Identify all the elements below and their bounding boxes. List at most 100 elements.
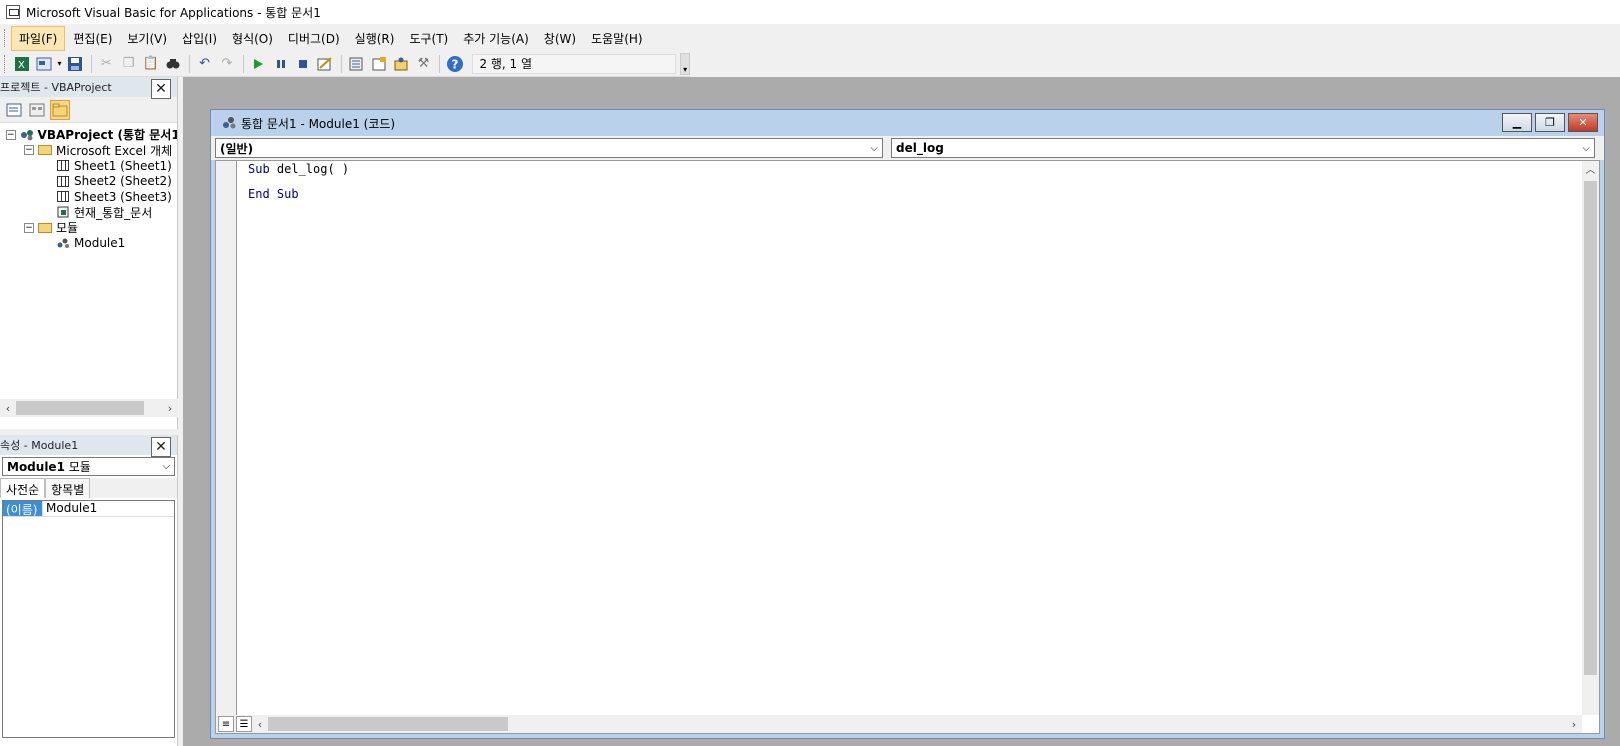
break-icon[interactable] [270, 53, 291, 75]
copy-icon[interactable]: ❐ [118, 53, 139, 75]
undo-icon[interactable]: ↶ [194, 53, 215, 75]
tree-item-module1[interactable]: Module1 [0, 236, 177, 252]
menu-insert[interactable]: 삽입(I) [175, 27, 224, 50]
menu-debug[interactable]: 디버그(D) [281, 27, 347, 50]
paste-icon[interactable]: 📋 [140, 53, 161, 75]
tree-item-sheet2[interactable]: Sheet2 (Sheet2) [0, 174, 177, 190]
collapse-icon[interactable]: − [6, 129, 16, 140]
procedure-combo-value: del_log [896, 141, 944, 155]
scroll-left-icon[interactable]: ‹ [252, 718, 268, 731]
properties-tabs: 사전순 항목별 [0, 478, 177, 498]
code-horizontal-scrollbar[interactable]: ≡ ☰ ‹ › [216, 715, 1582, 733]
code-vertical-scrollbar[interactable]: ︿ [1582, 161, 1599, 715]
toolbar-separator [242, 54, 244, 73]
run-icon[interactable] [248, 53, 269, 75]
chevron-down-icon[interactable]: ⌵ [162, 461, 170, 472]
menu-format[interactable]: 형식(O) [225, 27, 280, 50]
reset-icon[interactable] [292, 53, 313, 75]
code-window-combos: (일반) ⌵ del_log ⌵ [211, 136, 1604, 160]
minimize-button[interactable]: ▁ [1502, 113, 1532, 132]
toggle-folders-icon[interactable] [50, 99, 70, 120]
menu-edit[interactable]: 편집(E) [66, 27, 119, 50]
properties-pane-title: 속성 - Module1 [0, 439, 79, 452]
find-icon[interactable] [163, 53, 184, 75]
procedure-combo[interactable]: del_log ⌵ [891, 138, 1595, 158]
chevron-down-icon[interactable]: ⌵ [1582, 143, 1590, 154]
tab-alphabetic[interactable]: 사전순 [0, 478, 46, 498]
insert-userform-icon[interactable] [33, 53, 54, 75]
properties-pane-close-button[interactable]: ✕ [151, 437, 171, 457]
tree-label-root: VBAProject (통합 문서1) [37, 128, 177, 143]
tree-item-sheet1[interactable]: Sheet1 (Sheet1) [0, 158, 177, 174]
menu-file[interactable]: 파일(F) [11, 25, 66, 51]
code-editor[interactable]: Sub del_log( ) End Sub ︿ ≡ ☰ ‹ › [215, 160, 1600, 734]
menu-run[interactable]: 실행(R) [348, 27, 402, 50]
tree-label-sheet1: Sheet1 (Sheet1) [74, 158, 172, 173]
save-icon[interactable] [64, 53, 85, 75]
scroll-track[interactable] [268, 717, 1566, 731]
close-button[interactable]: ✕ [1568, 113, 1598, 132]
project-explorer-icon[interactable] [346, 53, 367, 75]
procedure-view-icon[interactable]: ≡ [218, 716, 234, 732]
tab-categorized[interactable]: 항목별 [45, 478, 91, 498]
menu-window[interactable]: 창(W) [537, 27, 583, 50]
scroll-up-icon[interactable]: ︿ [1582, 161, 1599, 177]
vbaproject-icon [20, 129, 34, 141]
code-text-area[interactable]: Sub del_log( ) End Sub [238, 161, 1582, 715]
project-pane-title: 프로젝트 - VBAProject [0, 81, 112, 94]
object-browser-icon[interactable] [390, 53, 411, 75]
collapse-icon[interactable]: − [24, 145, 34, 156]
property-value[interactable]: Module1 [43, 501, 97, 516]
scroll-right-icon[interactable]: › [1566, 718, 1582, 731]
restore-button[interactable]: ❐ [1535, 113, 1565, 132]
redo-icon[interactable]: ↷ [216, 53, 237, 75]
module-icon [221, 116, 237, 130]
collapse-icon[interactable]: − [24, 222, 34, 233]
margin-indicator-bar[interactable] [216, 161, 237, 715]
view-code-icon[interactable] [4, 100, 24, 120]
object-selector-dropdown[interactable]: Module1 모듈 ⌵ [2, 457, 175, 476]
code-window: 통합 문서1 - Module1 (코드) ▁ ❐ ✕ (일반) ⌵ del_l… [210, 109, 1605, 739]
tree-item-excel-objects[interactable]: − Microsoft Excel 개체 [0, 143, 177, 159]
view-excel-icon[interactable]: X [11, 53, 32, 75]
scroll-left-icon[interactable]: ‹ [0, 402, 16, 415]
tree-item-sheet3[interactable]: Sheet3 (Sheet3) [0, 189, 177, 205]
scroll-track[interactable] [16, 401, 162, 415]
workbook-icon [56, 206, 70, 218]
project-pane-toolbar [0, 97, 177, 123]
worksheet-icon [56, 191, 70, 203]
toolbar-grip-handle[interactable] [4, 54, 7, 73]
scroll-thumb[interactable] [268, 717, 508, 731]
tree-item-vbaproject[interactable]: − VBAProject (통합 문서1) [0, 127, 177, 143]
toolbox-icon[interactable]: ⚒ [413, 53, 434, 75]
cursor-position-display: 2 행, 1 열 [472, 53, 677, 74]
help-icon[interactable]: ? [444, 53, 465, 75]
code-line[interactable]: Sub del_log( ) [248, 163, 1572, 176]
project-pane-close-button[interactable]: ✕ [151, 79, 171, 99]
code-line[interactable]: End Sub [248, 188, 1572, 201]
worksheet-icon [56, 175, 70, 187]
dropdown-arrow-icon[interactable]: ▾ [56, 53, 64, 75]
menu-help[interactable]: 도움말(H) [584, 27, 650, 50]
menu-view[interactable]: 보기(V) [120, 27, 174, 50]
scroll-thumb[interactable] [16, 401, 144, 415]
code-window-controls: ▁ ❐ ✕ [1499, 113, 1598, 132]
tree-item-modules[interactable]: − 모듈 [0, 220, 177, 236]
chevron-down-icon[interactable]: ⌵ [870, 143, 878, 154]
view-object-icon[interactable] [27, 100, 47, 120]
tree-item-thisworkbook[interactable]: 현재_통합_문서 [0, 205, 177, 221]
cut-icon[interactable]: ✂ [96, 53, 117, 75]
menu-grip-handle[interactable] [4, 29, 7, 47]
project-horizontal-scrollbar[interactable]: ‹ › [0, 399, 178, 417]
menu-addins[interactable]: 추가 기능(A) [456, 27, 536, 50]
menu-tools[interactable]: 도구(T) [402, 27, 455, 50]
object-selector-value: Module1 모듈 [7, 460, 91, 474]
properties-window-icon[interactable] [368, 53, 389, 75]
scroll-thumb[interactable] [1584, 181, 1597, 675]
scroll-right-icon[interactable]: › [162, 402, 178, 415]
full-module-view-icon[interactable]: ☰ [236, 716, 252, 732]
property-row[interactable]: (이름) Module1 [3, 501, 174, 517]
toolbar-options-button[interactable]: ▾ [680, 52, 690, 75]
object-combo[interactable]: (일반) ⌵ [215, 138, 883, 158]
design-mode-icon[interactable] [315, 53, 336, 75]
